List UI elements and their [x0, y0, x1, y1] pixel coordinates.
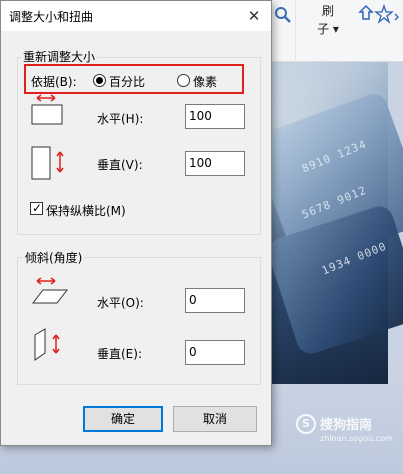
brush-button[interactable]: 刷 子 ▾	[304, 0, 352, 40]
keep-ratio-checkbox[interactable]: ✓	[30, 201, 43, 215]
brush-label-bottom: 子 ▾	[317, 22, 339, 36]
close-icon: ✕	[247, 7, 261, 25]
vertical-resize-input[interactable]: 100	[185, 151, 245, 176]
horizontal-resize-label: 水平(H):	[97, 112, 144, 126]
resize-group-label: 重新调整大小	[21, 48, 98, 65]
cancel-button[interactable]: 取消	[173, 406, 257, 432]
chevron-down-icon: ▾	[332, 22, 339, 36]
brush-label-top: 刷	[321, 4, 334, 18]
resize-skew-dialog: 调整大小和扭曲 ✕ 重新调整大小 依据(B): 百分比 像素 水平(H): 10…	[0, 0, 272, 446]
horizontal-skew-input[interactable]: 0	[185, 288, 245, 313]
vertical-resize-icon	[31, 146, 67, 185]
vertical-skew-icon	[31, 327, 67, 366]
watermark: S 搜狗指南 zhinan.sogou.com	[296, 410, 400, 450]
checkmark-icon: ✓	[32, 201, 43, 215]
skew-group-label: 倾斜(角度)	[23, 249, 85, 266]
close-button[interactable]: ✕	[237, 1, 271, 31]
watermark-url: zhinan.sogou.com	[320, 434, 393, 443]
vertical-skew-label: 垂直(E):	[97, 347, 142, 361]
horizontal-resize-input[interactable]: 100	[185, 104, 245, 129]
horizontal-skew-icon	[31, 277, 71, 310]
magnifier-icon[interactable]	[272, 6, 294, 28]
watermark-text: 搜狗指南	[320, 418, 373, 433]
ok-button[interactable]: 确定	[83, 406, 163, 432]
vertical-skew-input[interactable]: 0	[185, 340, 245, 365]
dialog-titlebar[interactable]: 调整大小和扭曲 ✕	[1, 1, 271, 31]
keep-ratio-label[interactable]: 保持纵横比(M)	[46, 202, 126, 219]
highlight-box	[24, 64, 244, 94]
vertical-resize-label: 垂直(V):	[97, 158, 143, 172]
horizontal-resize-icon	[31, 94, 65, 129]
shapes-icon[interactable]	[358, 3, 402, 26]
horizontal-skew-label: 水平(O):	[97, 296, 144, 310]
dialog-title: 调整大小和扭曲	[9, 10, 94, 24]
sogou-logo-icon: S	[296, 414, 316, 434]
